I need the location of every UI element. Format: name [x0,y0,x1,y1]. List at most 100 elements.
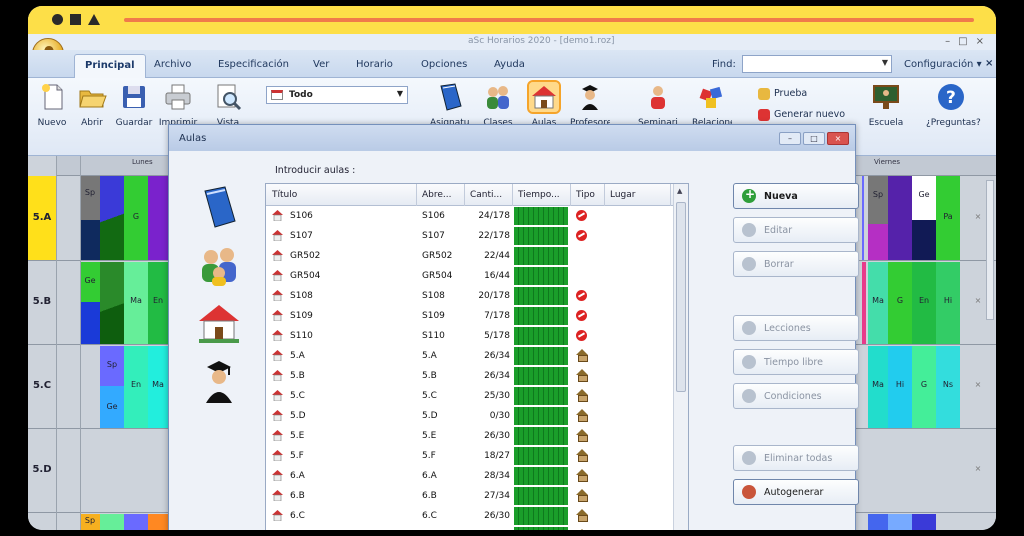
chevron-down-icon[interactable]: ▼ [882,58,888,67]
row-close-icon[interactable]: × [960,430,996,512]
lesson-cell-blank[interactable] [100,514,124,530]
lesson-cell[interactable]: G [888,262,912,344]
close-window-button[interactable]: × [976,36,992,47]
col-tiempo[interactable]: Tiempo... [518,190,560,200]
eliminar-todas-button[interactable]: Eliminar todas [733,445,859,471]
prueba-item[interactable]: Prueba [758,88,807,100]
table-row[interactable]: GR502 GR502 22/44 [266,246,674,266]
imprimir-button[interactable]: Imprimir [158,82,198,128]
lesson-cell-split[interactable] [100,262,124,344]
escuela-button[interactable]: Escuela [866,82,906,128]
lesson-cell-blank[interactable] [124,514,148,530]
students-icon[interactable] [197,243,241,287]
col-tipo[interactable]: Tipo [576,190,595,200]
lesson-cell[interactable]: G [124,176,148,260]
lesson-cell-blank[interactable] [80,220,100,260]
tab-ayuda[interactable]: Ayuda [494,59,525,70]
dialog-minimize-button[interactable]: – [779,132,801,145]
scroll-thumb[interactable] [676,202,686,392]
preguntas-button[interactable]: ? ¿Preguntas? [926,82,981,128]
lesson-cell-blue[interactable] [80,302,100,344]
lesson-cell-blank[interactable] [912,514,936,530]
lesson-cell[interactable]: En [912,262,936,344]
table-row[interactable]: 5.F 5.F 18/27 [266,446,674,466]
table-row[interactable]: S109 S109 7/178 [266,306,674,326]
table-row[interactable]: S110 S110 5/178 [266,326,674,346]
tab-especificacion[interactable]: Especificación [218,59,289,70]
lesson-cell-blank[interactable] [912,220,936,260]
nuevo-button[interactable]: Nuevo [32,82,72,128]
lesson-cell-blank[interactable] [868,224,888,260]
classroom-icon[interactable] [197,301,241,345]
table-row[interactable]: 5.B 5.B 26/34 [266,366,674,386]
dialog-close-button[interactable]: × [827,132,849,145]
col-titulo[interactable]: Título [272,190,297,200]
lesson-cell[interactable]: Ma [868,262,888,344]
relaciones-button[interactable]: Relaciones [692,82,732,128]
profesores-button[interactable]: Profesores [570,82,610,128]
table-row[interactable]: 6.A 6.A 28/34 [266,466,674,486]
col-abreviatura[interactable]: Abre... [422,190,452,200]
minimize-button[interactable]: – [945,36,958,47]
todo-select[interactable]: Todo ▼ [266,86,408,104]
configuracion-menu[interactable]: Configuración ▾ [904,59,982,70]
scroll-up-icon[interactable]: ▲ [677,187,682,195]
lesson-cell[interactable]: En [148,262,168,344]
lesson-cell[interactable]: Ge [80,262,100,302]
lesson-cell[interactable]: Ge [100,386,124,428]
lesson-cell[interactable]: Sp [868,176,888,224]
find-input[interactable]: ▼ [742,55,892,73]
table-row[interactable]: 6.D6.D26/30 [266,526,674,530]
lesson-cell-split[interactable] [100,176,124,260]
tab-horario[interactable]: Horario [356,59,393,70]
lesson-cell[interactable]: Ma [124,262,148,344]
window-controls[interactable]: –□× [945,36,992,47]
lesson-cell[interactable]: Hi [888,346,912,428]
borrar-button[interactable]: Borrar [733,251,859,277]
teacher-icon[interactable] [197,359,241,403]
table-row[interactable]: GR504 GR504 16/44 [266,266,674,286]
abrir-button[interactable]: Abrir [72,82,112,128]
lesson-cell[interactable]: Pa [936,176,960,260]
table-row[interactable]: S108 S108 20/178 [266,286,674,306]
table-scrollbar[interactable]: ▲ [673,184,688,530]
nueva-button[interactable]: Nueva [733,183,859,209]
seminarios-button[interactable]: Seminarios [638,82,678,128]
lesson-cell[interactable]: Sp [80,514,100,530]
table-row[interactable]: 5.A 5.A 26/34 [266,346,674,366]
tab-principal[interactable]: Principal [74,54,146,78]
col-lugar[interactable]: Lugar [610,190,636,200]
table-row[interactable]: 5.D 5.D 0/30 [266,406,674,426]
tab-archivo[interactable]: Archivo [154,59,191,70]
guardar-button[interactable]: Guardar [114,82,154,128]
lesson-cell[interactable]: Sp [100,346,124,386]
lesson-cell[interactable]: Hi [936,262,960,344]
row-close-icon[interactable]: × [960,346,996,428]
lecciones-button[interactable]: Lecciones [733,315,859,341]
vista-button[interactable]: Vista [208,82,248,128]
lesson-cell[interactable]: G [912,346,936,428]
lesson-cell[interactable]: Ma [148,346,168,428]
condiciones-button[interactable]: Condiciones [733,383,859,409]
grid-scrollbar[interactable] [986,180,994,320]
lesson-cell-blank[interactable] [888,176,912,260]
tab-opciones[interactable]: Opciones [421,59,467,70]
lesson-cell-blank[interactable] [148,514,168,530]
book-icon[interactable] [197,185,241,229]
tab-ver[interactable]: Ver [313,59,329,70]
lesson-cell[interactable]: Sp [80,176,100,220]
maximize-button[interactable]: □ [958,36,975,47]
lesson-cell[interactable]: Ge [912,176,936,220]
editar-button[interactable]: Editar [733,217,859,243]
table-row[interactable]: 6.B 6.B 27/34 [266,486,674,506]
clases-button[interactable]: Clases [478,82,518,128]
lesson-cell[interactable]: Ma [868,346,888,428]
asignaturas-button[interactable]: Asignaturas [430,82,470,128]
table-row[interactable]: S107 S107 22/178 [266,226,674,246]
table-row[interactable]: 5.E 5.E 26/30 [266,426,674,446]
dialog-maximize-button[interactable]: □ [803,132,825,145]
tiempo-libre-button[interactable]: Tiempo libre [733,349,859,375]
table-row[interactable]: 6.C 6.C 26/30 [266,506,674,526]
lesson-cell-purple[interactable] [148,176,168,260]
lesson-cell[interactable]: En [124,346,148,428]
